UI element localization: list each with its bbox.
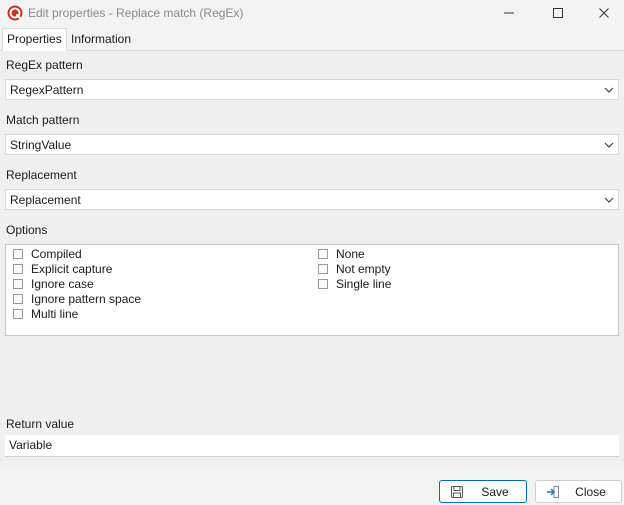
close-icon: [599, 8, 609, 18]
checkbox[interactable]: [13, 294, 23, 304]
return-value-field[interactable]: Variable: [5, 435, 619, 457]
option-explicit-capture[interactable]: Explicit capture: [13, 262, 112, 276]
return-value-label: Return value: [6, 417, 75, 431]
close-window-button[interactable]: [581, 0, 624, 26]
properties-panel: RegEx pattern RegexPattern Match pattern…: [0, 51, 624, 469]
option-label: Ignore case: [31, 277, 94, 291]
match-pattern-value: StringValue: [10, 138, 72, 152]
option-label: Explicit capture: [31, 262, 113, 276]
dialog-footer: Save Close: [0, 469, 624, 505]
save-button[interactable]: Save: [439, 480, 527, 503]
save-button-label: Save: [481, 484, 509, 499]
regex-pattern-combo[interactable]: RegexPattern: [5, 79, 619, 100]
option-not-empty[interactable]: Not empty: [318, 262, 391, 276]
title-bar: Edit properties - Replace match (RegEx): [0, 0, 624, 26]
regex-pattern-value: RegexPattern: [10, 83, 84, 97]
option-label: Compiled: [31, 247, 82, 261]
replacement-combo[interactable]: Replacement: [5, 189, 619, 210]
match-pattern-combo[interactable]: StringValue: [5, 134, 619, 155]
checkbox[interactable]: [13, 309, 23, 319]
save-icon: [451, 486, 463, 498]
option-label: None: [336, 247, 365, 261]
maximize-button[interactable]: [535, 0, 581, 26]
checkbox[interactable]: [13, 249, 23, 259]
option-ignore-pattern-space[interactable]: Ignore pattern space: [13, 292, 141, 306]
minimize-icon: [504, 12, 514, 14]
chevron-down-icon: [604, 197, 614, 203]
tab-strip: Properties Information: [0, 28, 624, 51]
regex-pattern-label: RegEx pattern: [6, 58, 83, 72]
replacement-label: Replacement: [6, 168, 77, 182]
option-compiled[interactable]: Compiled: [13, 247, 82, 261]
close-button-label: Close: [575, 484, 606, 499]
options-label: Options: [6, 223, 48, 237]
option-none[interactable]: None: [318, 247, 365, 261]
exit-icon: [547, 486, 559, 498]
checkbox[interactable]: [318, 279, 328, 289]
options-list: Compiled Explicit capture Ignore case Ig…: [5, 244, 619, 336]
checkbox[interactable]: [318, 264, 328, 274]
checkbox[interactable]: [13, 279, 23, 289]
tab-properties[interactable]: Properties: [2, 28, 67, 51]
close-button[interactable]: Close: [535, 480, 622, 503]
minimize-button[interactable]: [486, 0, 532, 26]
option-single-line[interactable]: Single line: [318, 277, 391, 291]
return-value-value: Variable: [9, 438, 53, 452]
checkbox[interactable]: [13, 264, 23, 274]
window-title: Edit properties - Replace match (RegEx): [28, 6, 244, 20]
option-multi-line[interactable]: Multi line: [13, 307, 78, 321]
replacement-value: Replacement: [10, 193, 81, 207]
tab-information[interactable]: Information: [67, 29, 135, 49]
checkbox[interactable]: [318, 249, 328, 259]
maximize-icon: [553, 8, 563, 18]
option-label: Not empty: [336, 262, 391, 276]
match-pattern-label: Match pattern: [6, 113, 80, 127]
option-label: Multi line: [31, 307, 79, 321]
chevron-down-icon: [604, 142, 614, 148]
option-label: Ignore pattern space: [31, 292, 142, 306]
chevron-down-icon: [604, 87, 614, 93]
app-logo-icon: [7, 5, 23, 21]
option-label: Single line: [336, 277, 392, 291]
option-ignore-case[interactable]: Ignore case: [13, 277, 94, 291]
